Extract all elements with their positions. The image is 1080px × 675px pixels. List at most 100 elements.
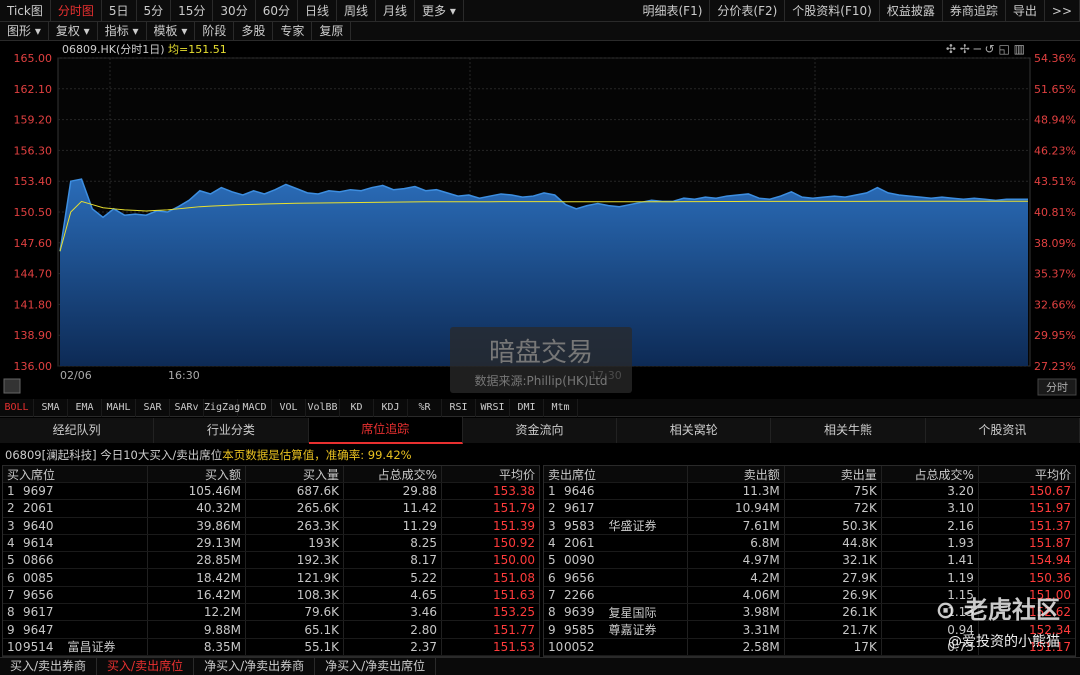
sub-tab-0[interactable]: 图形 ▾ <box>0 21 49 41</box>
top-tab-5[interactable]: 30分 <box>213 0 256 22</box>
top-right-5[interactable]: 导出 <box>1006 0 1045 22</box>
top-tab-2[interactable]: 5日 <box>102 0 137 22</box>
seat-cell: 3 9640 <box>3 517 148 534</box>
table-row[interactable]: 2 2061 40.32M 265.6K 11.42 151.79 <box>3 500 539 518</box>
percent-cell: 1.41 <box>882 552 979 569</box>
seat-cell: 1 9646 <box>544 483 688 500</box>
table-row[interactable]: 6 0085 18.42M 121.9K 5.22 151.08 <box>3 569 539 587</box>
avg-price-cell: 151.97 <box>1029 501 1071 516</box>
seat-rank: 9 <box>7 622 15 637</box>
bottom-tab-0[interactable]: 买入/卖出券商 <box>0 658 98 675</box>
nav-tab-4[interactable]: 相关窝轮 <box>617 418 772 443</box>
nav-tab-3[interactable]: 资金流向 <box>463 418 618 443</box>
indicator-kdj[interactable]: KDJ <box>374 398 408 417</box>
indicator-macd[interactable]: MACD <box>238 398 272 417</box>
bottom-tab-3[interactable]: 净买入/净卖出席位 <box>315 658 437 675</box>
table-row[interactable]: 4 9614 29.13M 193K 8.25 150.92 <box>3 534 539 553</box>
top-tab-0[interactable]: Tick图 <box>0 0 51 22</box>
indicator-boll[interactable]: BOLL <box>0 398 34 417</box>
seat-rank: 7 <box>7 587 15 602</box>
table-row[interactable]: 1 9646 11.3M 75K 3.20 150.67 <box>544 483 1075 501</box>
indicator-sma[interactable]: SMA <box>34 398 68 417</box>
indicator-sar[interactable]: SAR <box>136 398 170 417</box>
volume-cell: 44.8K <box>785 534 882 552</box>
indicator-mahl[interactable]: MAHL <box>102 398 136 417</box>
avg-price-cell: 151.53 <box>493 639 535 654</box>
table-row[interactable]: 5 0090 4.97M 32.1K 1.41 154.94 <box>544 552 1075 570</box>
indicator-kd[interactable]: KD <box>340 398 374 417</box>
amount-cell: 6.8M <box>688 534 785 552</box>
sub-tab-2[interactable]: 指标 ▾ <box>98 21 147 41</box>
seat-name: 复星国际 <box>608 605 657 620</box>
amount-cell: 4.2M <box>688 569 785 586</box>
top-tab-4[interactable]: 15分 <box>171 0 214 22</box>
bottom-tab-2[interactable]: 净买入/净卖出券商 <box>194 658 316 675</box>
seat-cell: 9 9585 尊嘉证券 <box>544 621 688 638</box>
sub-tab-5[interactable]: 多股 <box>234 21 274 41</box>
top-tab-1[interactable]: 分时图 <box>51 0 102 22</box>
top-right-1[interactable]: 分价表(F2) <box>710 0 786 22</box>
intraday-chart: 165.00 54.36% 162.10 51.65% 159.20 48.94% 156.… <box>0 41 1080 399</box>
top-tab-6[interactable]: 60分 <box>256 0 298 22</box>
amount-cell: 10.94M <box>688 500 785 517</box>
nav-tab-5[interactable]: 相关牛熊 <box>771 418 926 443</box>
nav-tab-0[interactable]: 经纪队列 <box>0 418 155 443</box>
seat-rank: 3 <box>548 518 556 533</box>
header-cell: 卖出量 <box>785 466 882 482</box>
sub-tab-7[interactable]: 复原 <box>312 21 352 41</box>
top-right-3[interactable]: 权益披露 <box>880 0 943 22</box>
indicator-rsi[interactable]: RSI <box>442 398 476 417</box>
top-tab-9[interactable]: 月线 <box>376 0 416 22</box>
table-row[interactable]: 8 9617 12.2M 79.6K 3.46 153.25 <box>3 604 539 622</box>
indicator-vol[interactable]: VOL <box>272 398 306 417</box>
y-right-label: 54.36% <box>1034 52 1076 65</box>
table-row[interactable]: 9 9647 9.88M 65.1K 2.80 151.77 <box>3 621 539 639</box>
table-row[interactable]: 10 9514 富昌证券 8.35M 55.1K 2.37 151.53 <box>3 638 539 656</box>
top-tab-7[interactable]: 日线 <box>298 0 337 22</box>
top-right-0[interactable]: 明细表(F1) <box>635 0 711 22</box>
sub-tab-1[interactable]: 复权 ▾ <box>49 21 98 41</box>
amount-cell: 7.61M <box>688 517 785 534</box>
y-right-label: 32.66% <box>1034 298 1076 311</box>
table-row[interactable]: 2 9617 10.94M 72K 3.10 151.97 <box>544 500 1075 518</box>
indicator-mtm[interactable]: Mtm <box>544 398 578 417</box>
indicator-volbb[interactable]: VolBB <box>306 398 340 417</box>
top-right-6[interactable]: >> <box>1045 0 1080 22</box>
top-right-4[interactable]: 券商追踪 <box>943 0 1006 22</box>
seat-rank: 1 <box>548 484 556 499</box>
seat-rank: 6 <box>548 570 556 585</box>
table-row[interactable]: 6 9656 4.2M 27.9K 1.19 150.36 <box>544 569 1075 587</box>
indicator-wrsi[interactable]: WRSI <box>476 398 510 417</box>
table-row[interactable]: 3 9640 39.86M 263.3K 11.29 151.39 <box>3 517 539 535</box>
nav-tab-2[interactable]: 席位追踪 <box>308 417 463 444</box>
top-tab-8[interactable]: 周线 <box>337 0 377 22</box>
table-row[interactable]: 3 9583 华盛证券 7.61M 50.3K 2.16 151.37 <box>544 517 1075 535</box>
table-header: 买入席位 买入额 买入量 占总成交% 平均价 <box>3 466 539 483</box>
seat-code: 0085 <box>23 570 54 585</box>
bottom-tab-1[interactable]: 买入/卖出席位 <box>97 658 195 675</box>
avg-price-cell: 150.67 <box>1029 484 1071 499</box>
table-row[interactable]: 1 9697 105.46M 687.6K 29.88 153.38 <box>3 483 539 501</box>
nav-tab-1[interactable]: 行业分类 <box>154 418 309 443</box>
amount-cell: 18.42M <box>148 569 246 586</box>
volume-cell: 79.6K <box>246 604 344 621</box>
indicator-sarv[interactable]: SARv <box>170 398 204 417</box>
sub-tab-3[interactable]: 模板 ▾ <box>147 21 196 41</box>
percent-cell: 1.19 <box>882 569 979 586</box>
indicator-zigzag[interactable]: ZigZag <box>204 398 240 417</box>
indicator-dmi[interactable]: DMI <box>510 398 544 417</box>
table-row[interactable]: 7 9656 16.42M 108.3K 4.65 151.63 <box>3 586 539 605</box>
table-row[interactable]: 5 0866 28.85M 192.3K 8.17 150.00 <box>3 552 539 570</box>
sub-tab-4[interactable]: 阶段 <box>195 21 235 41</box>
indicator-%r[interactable]: %R <box>408 398 442 417</box>
indicator-ema[interactable]: EMA <box>68 398 102 417</box>
sub-tab-6[interactable]: 专家 <box>273 21 313 41</box>
nav-tab-6[interactable]: 个股资讯 <box>926 418 1080 443</box>
seat-cell: 6 0085 <box>3 569 148 586</box>
header-cell: 买入额 <box>148 466 246 482</box>
top-right-2[interactable]: 个股资料(F10) <box>785 0 880 22</box>
top-tab-10[interactable]: 更多 ▾ <box>415 0 464 22</box>
bottom-tabs: 买入/卖出券商 买入/卖出席位 净买入/净卖出券商 净买入/净卖出席位 <box>0 657 1080 675</box>
top-tab-3[interactable]: 5分 <box>137 0 172 22</box>
table-row[interactable]: 4 2061 6.8M 44.8K 1.93 151.87 <box>544 534 1075 553</box>
